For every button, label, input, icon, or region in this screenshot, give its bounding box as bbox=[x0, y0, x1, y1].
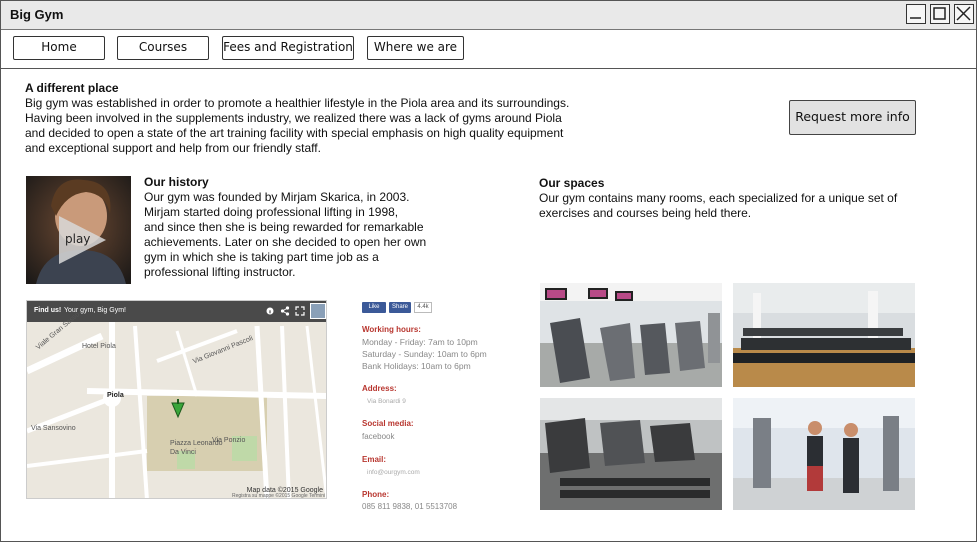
map-marker-label: Piola bbox=[107, 392, 124, 399]
email-link[interactable]: info@ourgym.com bbox=[367, 467, 420, 479]
nav-where-button[interactable]: Where we are bbox=[367, 36, 464, 60]
working-hours-label: Working hours: bbox=[362, 325, 421, 334]
request-info-button[interactable]: Request more info bbox=[789, 100, 916, 135]
facebook-like-button[interactable]: Like bbox=[362, 302, 386, 313]
map-marker-icon[interactable] bbox=[170, 399, 186, 421]
map-street-label: Via Sansovino bbox=[31, 425, 76, 432]
share-label: Share bbox=[391, 304, 408, 310]
email-label: Email: bbox=[362, 455, 387, 464]
app-window: Big Gym Home Courses Fees and Registrati… bbox=[0, 0, 977, 542]
close-icon[interactable] bbox=[954, 4, 974, 24]
map-find-us: Find us! bbox=[34, 307, 62, 314]
social-media-link[interactable]: facebook bbox=[362, 431, 394, 443]
history-video[interactable]: play bbox=[26, 176, 131, 284]
window-title: Big Gym bbox=[10, 7, 64, 22]
intro-text: Big gym was established in order to prom… bbox=[25, 96, 570, 155]
gym-photo-cardio-room bbox=[540, 283, 722, 387]
gym-photo-weights bbox=[540, 398, 722, 510]
nav-bar: Home Courses Fees and Registration Where… bbox=[1, 30, 976, 69]
like-count-badge: 4.4k bbox=[414, 302, 432, 313]
phone-value: 085 811 9838, 01 5513708 bbox=[362, 502, 458, 511]
minimize-icon[interactable] bbox=[906, 4, 926, 24]
nav-fees-button[interactable]: Fees and Registration bbox=[222, 36, 354, 60]
address-value: Via Bonardi 9 bbox=[367, 398, 406, 405]
share-icon[interactable] bbox=[280, 306, 290, 316]
spaces-heading: Our spaces bbox=[539, 176, 605, 190]
gym-photo-training bbox=[733, 398, 915, 510]
title-bar: Big Gym bbox=[1, 1, 976, 30]
intro-heading: A different place bbox=[25, 81, 119, 95]
map-street-label: Via Ponzio bbox=[212, 437, 246, 444]
history-heading: Our history bbox=[144, 175, 209, 189]
avatar bbox=[310, 303, 326, 319]
maximize-icon[interactable] bbox=[930, 4, 950, 24]
info-icon[interactable] bbox=[266, 307, 274, 315]
nav-courses-button[interactable]: Courses bbox=[117, 36, 209, 60]
spaces-text: Our gym contains many rooms, each specia… bbox=[539, 191, 898, 220]
gym-photo-treadmills bbox=[733, 283, 915, 387]
map-attribution: Registra su mappe ©2015 Google Termini bbox=[232, 493, 326, 499]
nav-home-button[interactable]: Home bbox=[13, 36, 105, 60]
like-label: Like bbox=[368, 304, 380, 310]
map-street-label: Hotel Piola bbox=[82, 343, 116, 350]
history-text: Our gym was founded by Mirjam Skarica, i… bbox=[144, 190, 427, 279]
video-thumbnail bbox=[26, 176, 131, 284]
location-map[interactable]: Find us! Your gym, Big Gym! Viale Gran S… bbox=[26, 300, 327, 499]
address-label: Address: bbox=[362, 384, 397, 393]
play-label: play bbox=[65, 232, 91, 246]
working-hours-value: Monday - Friday: 7am to 10pm Saturday - … bbox=[362, 337, 487, 371]
facebook-share-button[interactable]: Share bbox=[389, 302, 411, 313]
phone-label: Phone: bbox=[362, 490, 390, 499]
social-media-label: Social media: bbox=[362, 419, 414, 428]
fullscreen-icon[interactable] bbox=[295, 306, 305, 316]
